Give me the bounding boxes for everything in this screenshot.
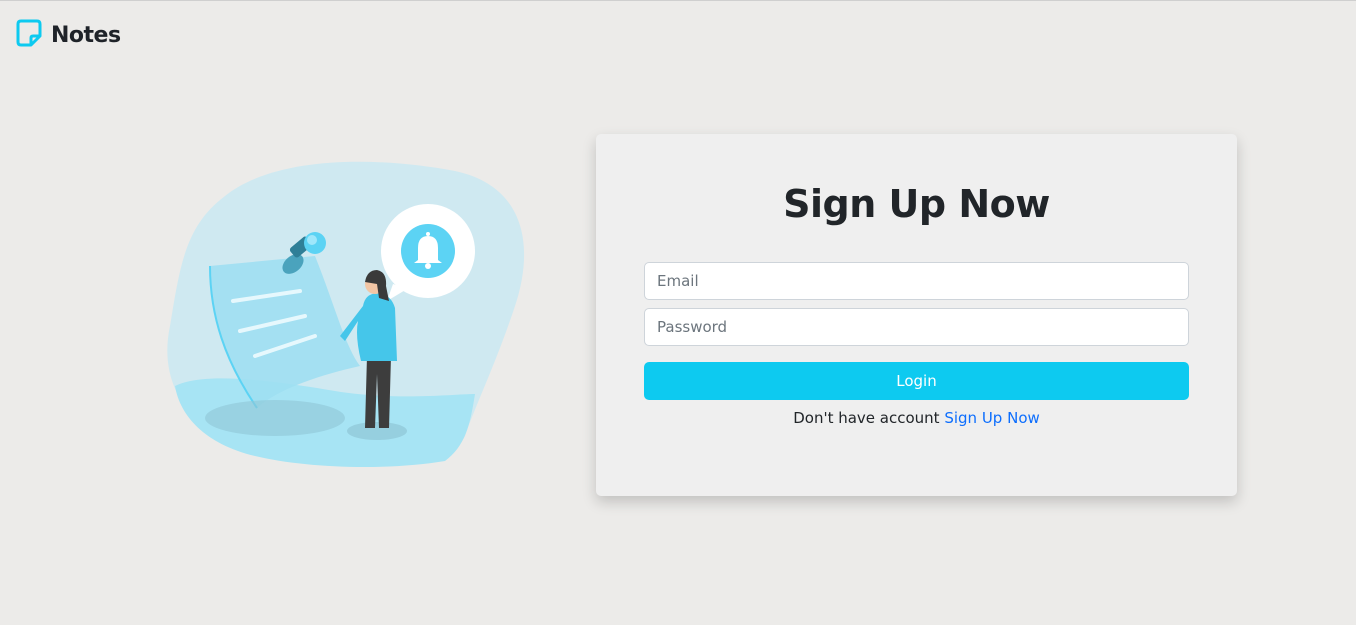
brand-logo[interactable]: Notes [15,19,121,51]
form-title: Sign Up Now [783,182,1050,226]
notes-illustration [165,156,530,476]
password-input[interactable] [644,308,1189,346]
brand-title: Notes [51,22,121,48]
signup-prompt-text: Don't have account [793,409,940,427]
login-button[interactable]: Login [644,362,1189,400]
signup-link[interactable]: Sign Up Now [944,409,1039,427]
email-input[interactable] [644,262,1189,300]
login-card: Sign Up Now Login Don't have account Sig… [596,134,1237,496]
signup-prompt: Don't have account Sign Up Now [596,409,1237,427]
sticky-note-icon [15,19,43,51]
